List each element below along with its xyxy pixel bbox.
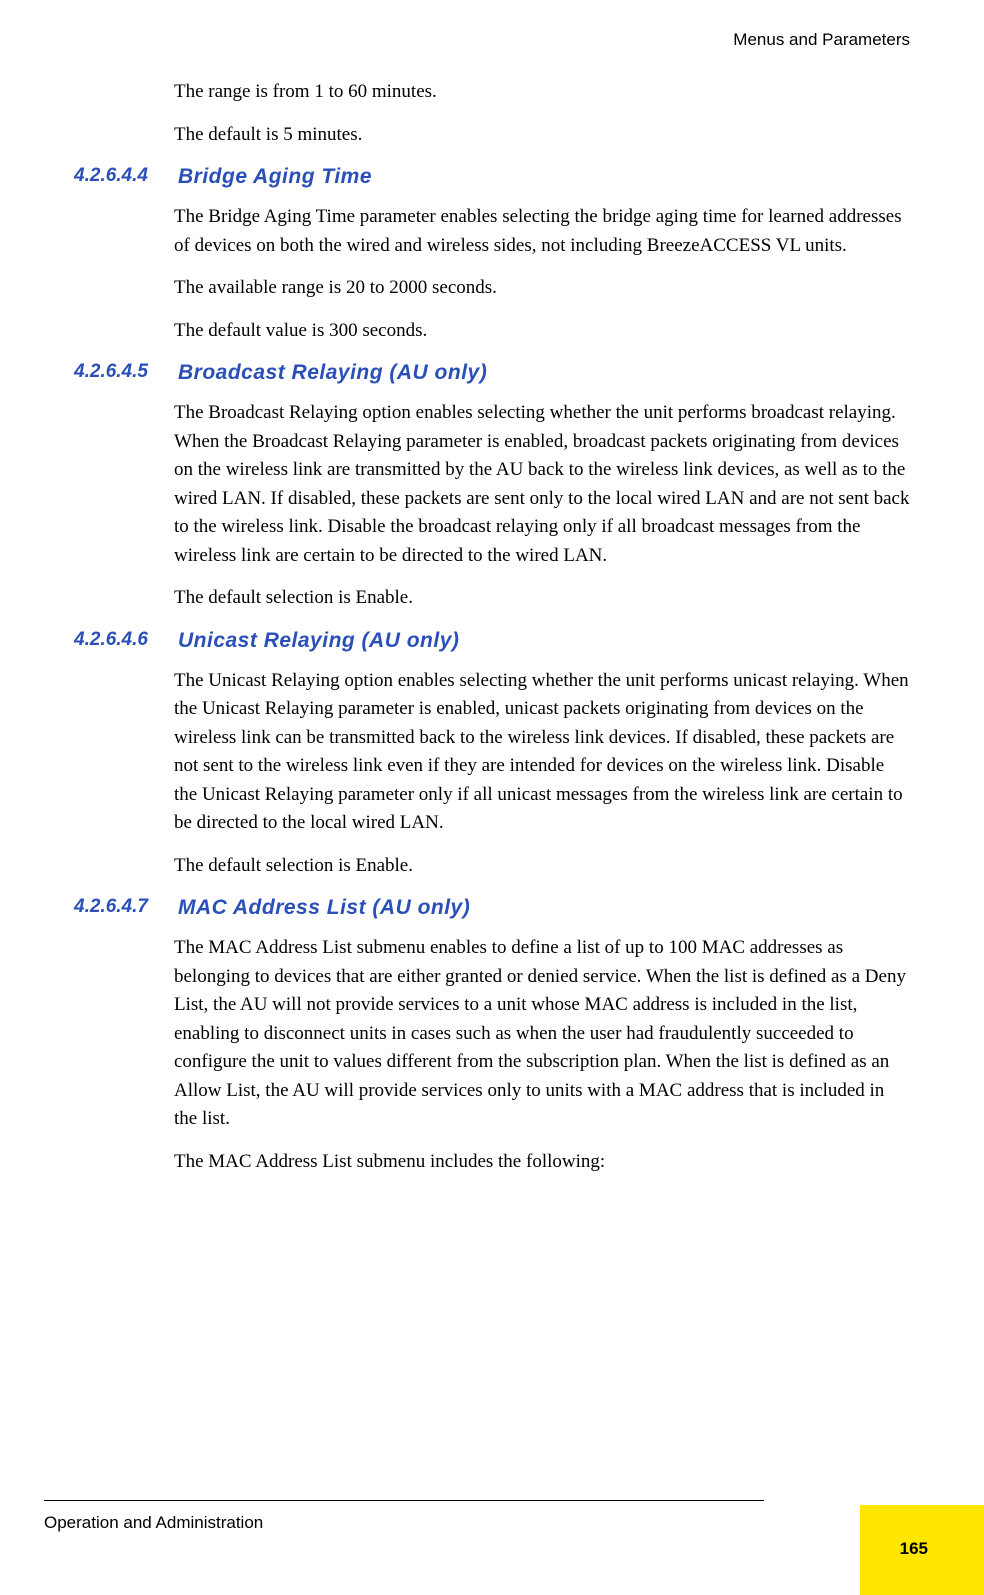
section-title: MAC Address List (AU only): [178, 896, 470, 920]
page-number: 165: [900, 1539, 928, 1559]
section-para: The default value is 300 seconds.: [174, 317, 910, 346]
section-heading: 4.2.6.4.6 Unicast Relaying (AU only): [74, 629, 910, 653]
section-body: The Bridge Aging Time parameter enables …: [174, 203, 910, 345]
running-header: Menus and Parameters: [74, 30, 910, 50]
section-para: The Unicast Relaying option enables sele…: [174, 667, 910, 838]
section-unicast-relaying: 4.2.6.4.6 Unicast Relaying (AU only) The…: [74, 629, 910, 881]
section-mac-address-list: 4.2.6.4.7 MAC Address List (AU only) The…: [74, 896, 910, 1176]
footer-rule: [44, 1500, 764, 1501]
body-content: The range is from 1 to 60 minutes. The d…: [174, 78, 910, 149]
footer-left-text: Operation and Administration: [44, 1513, 263, 1533]
section-para: The default selection is Enable.: [174, 584, 910, 613]
section-para: The Bridge Aging Time parameter enables …: [174, 203, 910, 260]
section-title: Unicast Relaying (AU only): [178, 629, 459, 653]
section-para: The Broadcast Relaying option enables se…: [174, 399, 910, 570]
section-para: The available range is 20 to 2000 second…: [174, 274, 910, 303]
section-broadcast-relaying: 4.2.6.4.5 Broadcast Relaying (AU only) T…: [74, 361, 910, 613]
intro-default: The default is 5 minutes.: [174, 121, 910, 150]
section-para: The MAC Address List submenu enables to …: [174, 934, 910, 1134]
section-para: The default selection is Enable.: [174, 852, 910, 881]
section-heading: 4.2.6.4.4 Bridge Aging Time: [74, 165, 910, 189]
section-heading: 4.2.6.4.5 Broadcast Relaying (AU only): [74, 361, 910, 385]
section-body: The Broadcast Relaying option enables se…: [174, 399, 910, 613]
document-page: Menus and Parameters The range is from 1…: [0, 0, 984, 1595]
section-number: 4.2.6.4.4: [74, 165, 174, 187]
section-body: The Unicast Relaying option enables sele…: [174, 667, 910, 881]
section-number: 4.2.6.4.6: [74, 629, 174, 651]
section-number: 4.2.6.4.5: [74, 361, 174, 383]
section-number: 4.2.6.4.7: [74, 896, 174, 918]
section-title: Bridge Aging Time: [178, 165, 372, 189]
section-heading: 4.2.6.4.7 MAC Address List (AU only): [74, 896, 910, 920]
section-para: The MAC Address List submenu includes th…: [174, 1148, 910, 1177]
section-body: The MAC Address List submenu enables to …: [174, 934, 910, 1176]
section-bridge-aging-time: 4.2.6.4.4 Bridge Aging Time The Bridge A…: [74, 165, 910, 345]
section-title: Broadcast Relaying (AU only): [178, 361, 487, 385]
intro-range: The range is from 1 to 60 minutes.: [174, 78, 910, 107]
